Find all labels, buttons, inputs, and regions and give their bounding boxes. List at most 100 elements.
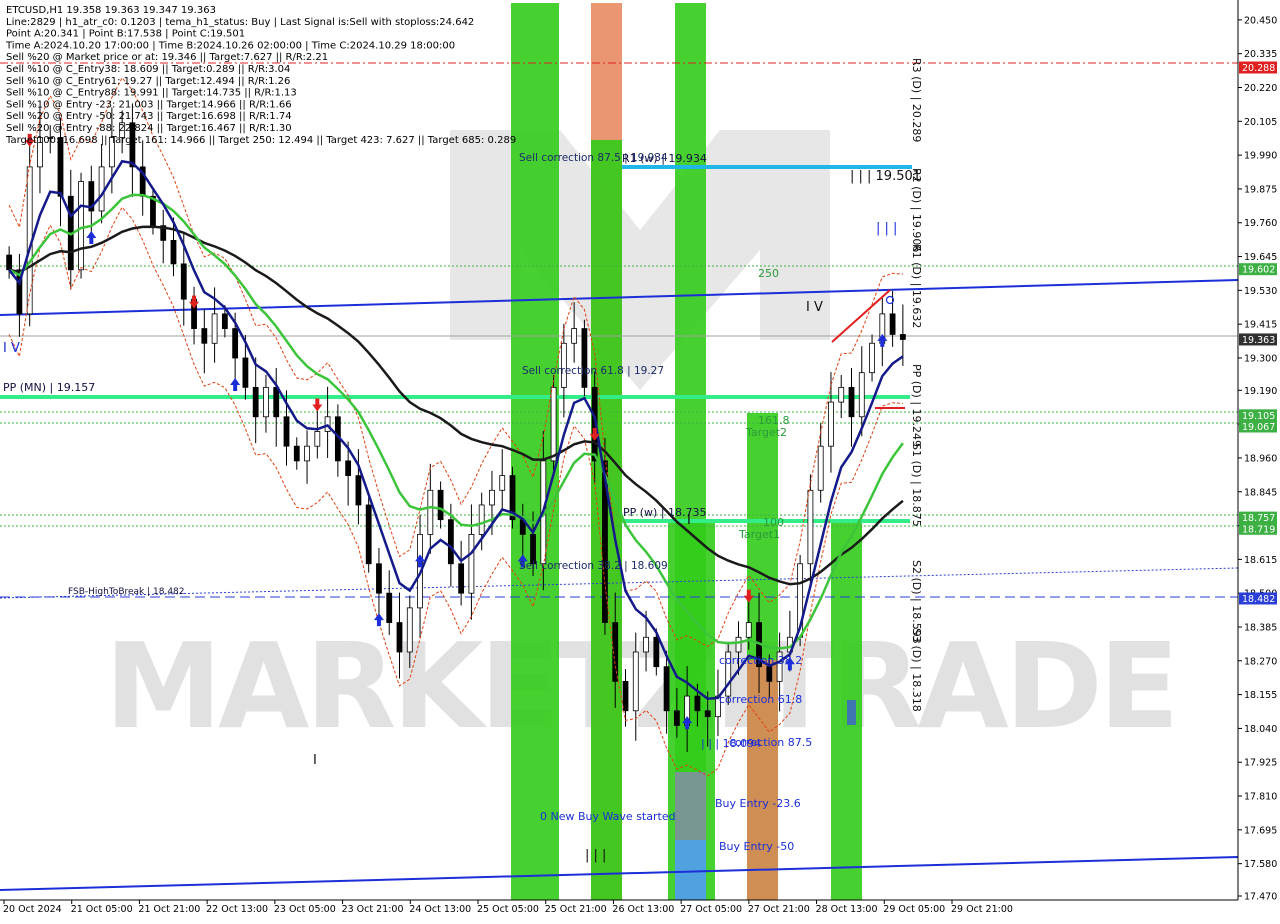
label-mark-i2: I [687, 513, 691, 528]
info-line: Sell %20 @ Entry -50: 21.743 || Target:1… [6, 111, 292, 122]
candle-body [345, 460, 352, 476]
time-tick-label: 26 Oct 13:00 [612, 904, 674, 915]
price-tick-label: 17.925 [1244, 758, 1277, 769]
label-correction-875: correction 87.5 [729, 736, 812, 749]
candle-body [622, 680, 629, 712]
candle-body [653, 636, 660, 668]
label-correction-618: correction 61.8 [719, 693, 802, 706]
price-tick-label: 19.875 [1244, 184, 1277, 195]
price-axis-ticks: 20.450 20.335 20.220 20.105 19.990 19.875 19.7… [1238, 15, 1277, 903]
price-badge-label: 19.363 [1242, 335, 1275, 346]
price-tick-label: 19.415 [1244, 320, 1277, 331]
time-tick-label: 25 Oct 21:00 [545, 904, 607, 915]
time-tick-label: 21 Oct 21:00 [138, 904, 200, 915]
label-pp-w: PP (w) | 18.735 [623, 506, 707, 519]
zone-bar-blue-2 [847, 700, 856, 725]
candle-body [427, 489, 434, 535]
candle-body [489, 489, 495, 506]
candle-body [828, 401, 834, 447]
candle-body [807, 489, 814, 565]
candle-body [673, 710, 680, 726]
label-s3-d: S3 (D) | 18.318 [910, 628, 923, 712]
price-tick-label: 20.450 [1244, 15, 1277, 26]
price-badge-label: 18.482 [1242, 594, 1275, 605]
candle-body [437, 489, 444, 521]
price-tick-label: 18.040 [1244, 724, 1277, 735]
label-sell-corr-875: Sell correction 87.5 | 19.934 [519, 152, 668, 164]
label-target2: Target2 [745, 426, 787, 439]
candle-body [735, 636, 742, 653]
info-line: Sell %10 @ C_Entry88: 19.991 || Target:1… [6, 88, 297, 99]
price-tick-label: 20.105 [1244, 117, 1277, 128]
candle-body [57, 137, 64, 197]
info-line: Sell %20 @ Market price or at: 19.346 ||… [6, 52, 328, 63]
price-tick-label: 19.190 [1244, 386, 1277, 397]
candle-body [355, 475, 362, 506]
time-tick-label: 29 Oct 21:00 [951, 904, 1013, 915]
candle-body [293, 445, 300, 462]
candle-body [889, 313, 896, 335]
watermark-text: MARKETZITRADE [105, 617, 1176, 755]
info-line: Target100: 16.698 || Target 161: 14.966 … [5, 135, 516, 146]
time-tick-label: 24 Oct 13:00 [409, 904, 471, 915]
candle-body [745, 622, 752, 638]
label-correction-382: correction 38.2 [719, 654, 802, 667]
candle-body [6, 254, 13, 271]
label-pp-d: PP (D) | 19.249 [910, 364, 923, 447]
price-badge-label: 18.719 [1242, 524, 1275, 535]
candle-body [694, 695, 701, 712]
info-line: Sell %10 @ Entry -23: 21.003 || Target:1… [6, 99, 292, 110]
label-buy-entry-50: Buy Entry -50 [719, 840, 794, 853]
candle-body [848, 386, 855, 418]
candle-body [386, 592, 393, 623]
price-badge-label: 19.105 [1242, 411, 1275, 422]
candle-body [869, 342, 875, 374]
time-tick-label: 28 Oct 13:00 [816, 904, 878, 915]
price-tick-label: 18.845 [1244, 487, 1277, 498]
candle-body [232, 328, 239, 359]
label-iv: I V [806, 300, 823, 315]
candle-body [314, 431, 321, 447]
price-tick-label: 19.990 [1244, 151, 1277, 162]
candle-body [458, 563, 465, 594]
price-chart[interactable]: MARKETZITRADE R3 (D) | 20.289 R2 (D) | 1… [0, 0, 1280, 920]
price-tick-label: 17.470 [1244, 892, 1277, 903]
time-axis-ticks: 20 Oct 2024 21 Oct 05:00 21 Oct 21:00 22 Oc… [3, 900, 1013, 915]
candle-body [396, 622, 403, 653]
label-buy-entry-236: Buy Entry -23.6 [715, 797, 801, 810]
label-fsb: FSB-HighToBreak | 18.482 [68, 587, 185, 597]
candle-body [766, 666, 773, 682]
label-250: 250 [758, 267, 779, 280]
price-tick-label: 19.530 [1244, 286, 1277, 297]
price-tick-label: 20.335 [1244, 49, 1277, 60]
price-badges: 20.288 19.602 19.363 19.10519.067 18.75718.7… [1239, 61, 1277, 605]
candle-body [817, 445, 824, 491]
time-tick-label: 20 Oct 2024 [3, 904, 62, 915]
candle-body [704, 710, 711, 718]
candle-body [447, 519, 454, 565]
price-tick-label: 19.300 [1244, 353, 1277, 364]
label-pp-mn: PP (MN) | 19.157 [3, 381, 95, 394]
price-tick-label: 18.960 [1244, 453, 1277, 464]
candle-body [899, 334, 906, 340]
chart-window: MARKETZITRADE R3 (D) | 20.289 R2 (D) | 1… [0, 0, 1280, 920]
candle-body [468, 533, 475, 594]
label-s1-d: S1 (D) | 18.875 [910, 443, 923, 527]
candle-body [858, 372, 865, 418]
candle-body [221, 313, 228, 329]
price-axis: 20.450 20.335 20.220 20.105 19.990 19.875 19.7… [1237, 0, 1277, 903]
candle-body [571, 328, 578, 344]
candle-body [581, 328, 588, 388]
time-tick-label: 29 Oct 05:00 [883, 904, 945, 915]
time-tick-label: 23 Oct 05:00 [274, 904, 336, 915]
candle-body [478, 504, 485, 535]
candle-body [211, 313, 218, 344]
info-line: Point A:20.341 | Point B:17.538 | Point … [6, 29, 245, 40]
info-line: ETCUSD,H1 19.358 19.363 19.347 19.363 [6, 5, 216, 16]
candle-body [365, 504, 372, 565]
time-tick-label: 27 Oct 05:00 [680, 904, 742, 915]
zone-bar-blue-1 [675, 840, 706, 900]
label-sell-corr-618: Sell correction 61.8 | 19.27 [522, 365, 664, 377]
candle-body [406, 607, 413, 653]
label-r3-d: R3 (D) | 20.289 [910, 58, 923, 142]
